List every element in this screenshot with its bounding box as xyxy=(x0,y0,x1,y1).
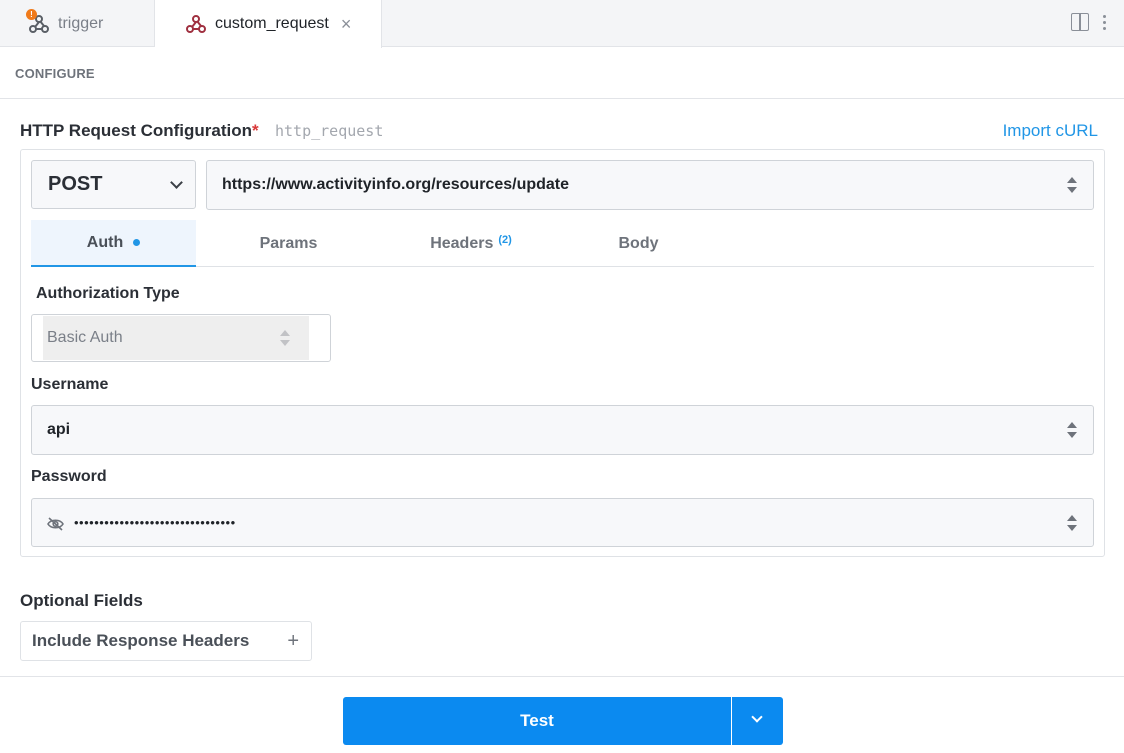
field-key: http_request xyxy=(275,122,384,140)
chevron-down-icon xyxy=(751,711,763,723)
tab-body[interactable]: Body xyxy=(571,220,706,267)
tab-bar: ! trigger custom_request × xyxy=(0,0,1124,48)
split-view-icon[interactable] xyxy=(1071,13,1089,31)
password-input[interactable]: •••••••••••••••••••••••••••••••• xyxy=(31,498,1094,547)
url-value: https://www.activityinfo.org/resources/u… xyxy=(222,176,570,193)
http-config-label: HTTP Request Configuration* xyxy=(20,121,259,140)
sort-arrows-icon xyxy=(1067,177,1077,193)
more-options-icon[interactable] xyxy=(1103,14,1106,30)
close-icon[interactable]: × xyxy=(341,15,352,33)
headers-count: (2) xyxy=(498,233,512,246)
optional-fields-title: Optional Fields xyxy=(20,591,143,610)
plus-icon: + xyxy=(287,630,299,652)
tab-auth[interactable]: Auth xyxy=(31,220,196,267)
active-indicator-icon xyxy=(133,239,141,246)
sort-arrows-icon xyxy=(1067,514,1077,531)
tab-trigger[interactable]: ! trigger xyxy=(0,0,155,47)
url-input[interactable]: https://www.activityinfo.org/resources/u… xyxy=(206,160,1094,210)
required-mark: * xyxy=(252,121,259,140)
sort-arrows-icon xyxy=(1067,422,1077,438)
auth-type-value: Basic Auth xyxy=(47,329,123,346)
method-value: POST xyxy=(48,173,103,195)
username-input[interactable]: api xyxy=(31,405,1094,455)
divider xyxy=(0,676,1124,677)
test-button[interactable]: Test xyxy=(343,697,731,745)
include-headers-label: Include Response Headers xyxy=(32,631,250,650)
password-value: •••••••••••••••••••••••••••••••• xyxy=(74,515,236,530)
tab-label: trigger xyxy=(58,14,104,32)
eye-off-icon[interactable] xyxy=(47,516,64,531)
tab-headers[interactable]: Headers (2) xyxy=(391,220,551,267)
request-subtabs: Auth Params Headers (2) Body xyxy=(31,220,1094,267)
tab-custom-request[interactable]: custom_request × xyxy=(155,0,382,48)
tabbar-actions xyxy=(1071,13,1106,31)
import-curl-link[interactable]: Import cURL xyxy=(1003,121,1098,141)
auth-type-select[interactable]: Basic Auth xyxy=(31,314,331,362)
chevron-down-icon xyxy=(170,176,183,189)
webhook-icon: ! xyxy=(26,8,50,35)
divider xyxy=(0,98,1124,99)
test-options-button[interactable] xyxy=(732,697,783,745)
auth-type-label: Authorization Type xyxy=(36,285,180,302)
webhook-icon xyxy=(185,13,207,35)
tab-label: custom_request xyxy=(215,15,329,32)
sort-arrows-icon xyxy=(280,330,290,346)
include-response-headers-button[interactable]: Include Response Headers + xyxy=(20,621,312,661)
username-value: api xyxy=(47,421,71,438)
warning-badge: ! xyxy=(26,8,37,20)
method-select[interactable]: POST xyxy=(31,160,196,209)
section-title: CONFIGURE xyxy=(15,66,95,81)
tab-params[interactable]: Params xyxy=(216,220,361,267)
password-label: Password xyxy=(31,468,107,485)
username-label: Username xyxy=(31,376,109,393)
